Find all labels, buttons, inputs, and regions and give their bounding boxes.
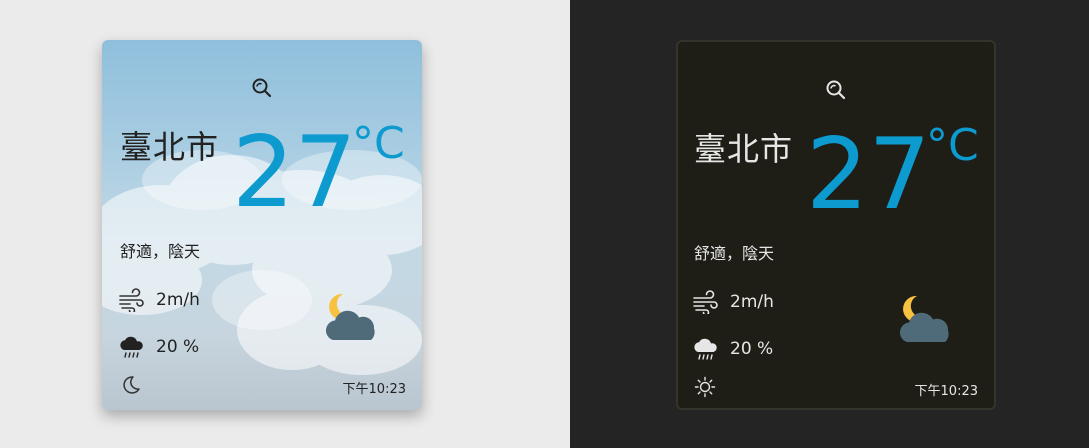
weather-description: 舒適，陰天 bbox=[120, 242, 201, 261]
search-icon[interactable] bbox=[825, 79, 847, 101]
temperature-unit: °C bbox=[926, 120, 979, 171]
city-name: 臺北市 bbox=[694, 130, 794, 168]
rain-icon bbox=[694, 338, 717, 360]
partly-cloudy-night-icon bbox=[899, 295, 949, 342]
weather-description: 舒適，陰天 bbox=[694, 244, 775, 263]
wind-row: 2m/h bbox=[118, 288, 200, 312]
rain-row: 20 % bbox=[118, 335, 199, 359]
city-name: 臺北市 bbox=[120, 128, 220, 166]
wind-row: 2m/h bbox=[692, 290, 774, 314]
weather-card-dark: 臺北市 27 °C 舒適，陰天 2m/h 20 % 下午10:23 bbox=[676, 40, 996, 410]
sun-icon[interactable] bbox=[694, 376, 716, 398]
temperature-unit: °C bbox=[352, 118, 405, 169]
rain-icon bbox=[120, 336, 143, 358]
temperature-value: 27 bbox=[232, 116, 357, 230]
rain-probability: 20 % bbox=[156, 337, 200, 357]
current-time: 下午10:23 bbox=[342, 382, 406, 397]
partly-cloudy-night-icon bbox=[325, 293, 375, 340]
wind-speed: 2m/h bbox=[156, 290, 200, 310]
current-time: 下午10:23 bbox=[914, 384, 978, 399]
rain-probability: 20 % bbox=[730, 339, 774, 359]
rain-row: 20 % bbox=[692, 337, 773, 361]
dark-theme-panel: 臺北市 27 °C 舒適，陰天 2m/h 20 % 下午10:23 bbox=[570, 0, 1089, 448]
wind-speed: 2m/h bbox=[730, 292, 774, 312]
search-icon[interactable] bbox=[251, 77, 273, 99]
temperature-value: 27 bbox=[806, 118, 931, 232]
wind-icon bbox=[693, 290, 718, 314]
wind-icon bbox=[119, 288, 144, 312]
weather-card-light: 臺北市 27 °C 舒適，陰天 2m/h 20 % 下午10:23 bbox=[102, 40, 422, 410]
light-theme-panel: 臺北市 27 °C 舒適，陰天 2m/h 20 % 下午10:23 bbox=[0, 0, 570, 448]
moon-icon[interactable] bbox=[120, 374, 142, 396]
